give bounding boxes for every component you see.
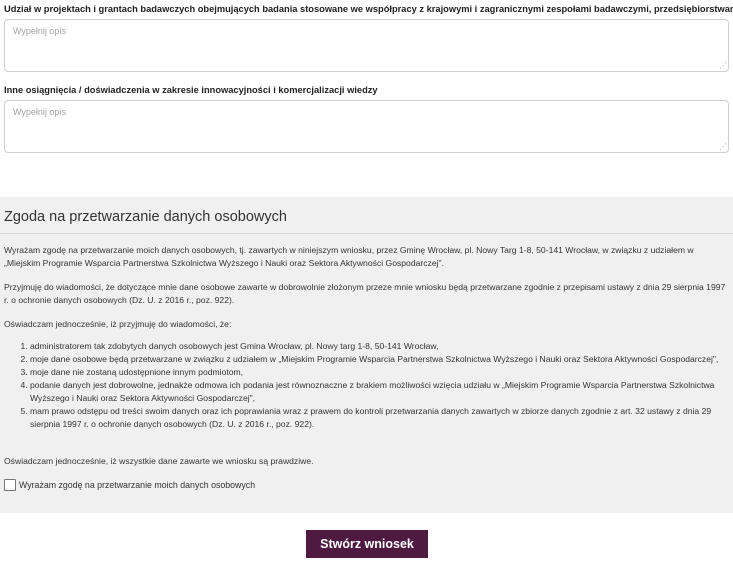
list-item: administratorem tak zdobytych danych oso… xyxy=(30,340,733,353)
field-label-achievements: Inne osiągnięcia / doświadczenia w zakre… xyxy=(4,85,378,95)
consent-paragraph-3: Oświadczam jednocześnie, iż przyjmuję do… xyxy=(4,319,232,329)
list-item: moje dane osobowe będą przetwarzane w zw… xyxy=(30,353,733,366)
consent-list: administratorem tak zdobytych danych oso… xyxy=(0,340,733,431)
resize-grip-icon[interactable]: ⋰ xyxy=(719,62,727,70)
consent-checkbox[interactable] xyxy=(4,479,16,491)
resize-grip-icon[interactable]: ⋰ xyxy=(719,143,727,151)
list-item: moje dane nie zostaną udostępnione innym… xyxy=(30,366,733,379)
section-divider xyxy=(0,233,733,234)
consent-checkbox-label[interactable]: Wyrażam zgodę na przetwarzanie moich dan… xyxy=(19,480,255,490)
field-label-projects: Udział w projektach i grantach badawczyc… xyxy=(4,4,733,14)
consent-checkbox-row[interactable]: Wyrażam zgodę na przetwarzanie moich dan… xyxy=(4,478,255,492)
create-application-button[interactable]: Stwórz wniosek xyxy=(306,530,428,558)
consent-paragraph-4: Oświadczam jednocześnie, iż wszystkie da… xyxy=(4,456,314,466)
consent-paragraph-2: Przyjmuję do wiadomości, że dotyczące mn… xyxy=(4,282,726,305)
projects-textarea[interactable] xyxy=(4,19,729,72)
consent-paragraph-1: Wyrażam zgodę na przetwarzanie moich dan… xyxy=(4,245,694,268)
consent-title: Zgoda na przetwarzanie danych osobowych xyxy=(4,209,287,225)
list-item: podanie danych jest dobrowolne, jednakże… xyxy=(30,379,733,405)
list-item: mam prawo odstępu od treści swoim danych… xyxy=(30,405,733,431)
achievements-textarea[interactable] xyxy=(4,100,729,153)
